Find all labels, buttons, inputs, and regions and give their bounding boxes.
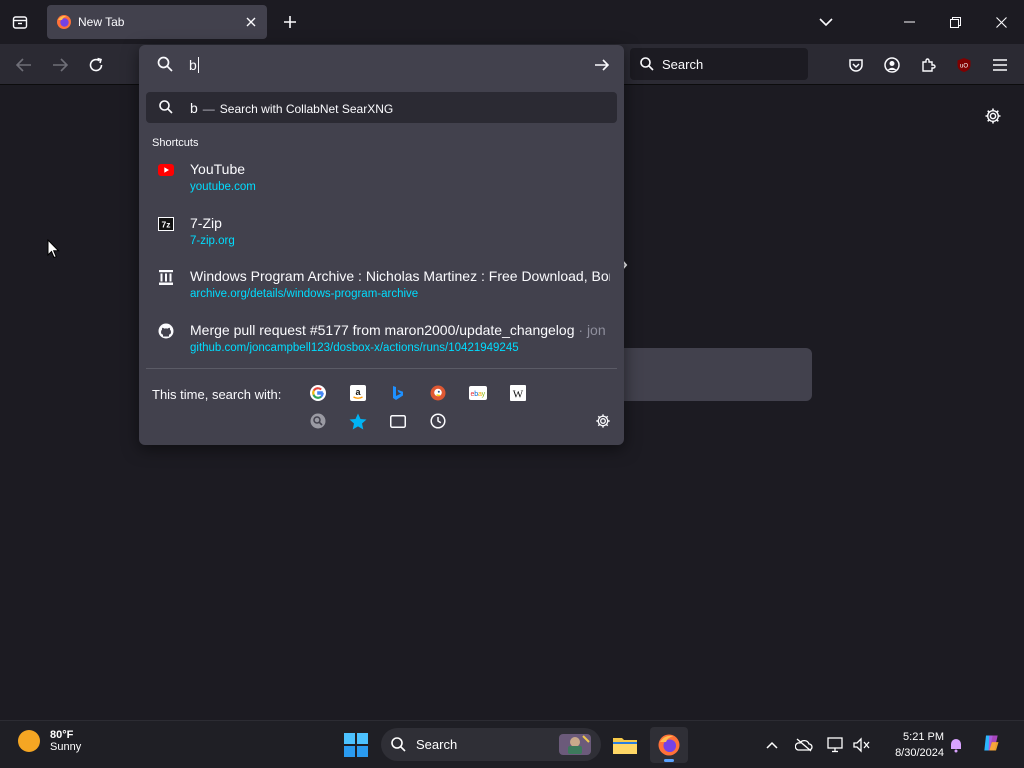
sun-icon	[18, 730, 40, 752]
weather-condition: Sunny	[50, 741, 82, 753]
clock-date: 8/30/2024	[895, 747, 944, 759]
new-tab-button[interactable]	[276, 8, 304, 36]
back-icon[interactable]	[9, 50, 39, 80]
extensions-icon[interactable]	[913, 50, 943, 80]
list-all-tabs-icon[interactable]	[812, 8, 840, 36]
search-suggestion-row[interactable]: b — Search with CollabNet SearXNG	[146, 92, 617, 123]
search-query: b	[190, 100, 198, 116]
shortcut-7zip[interactable]: 7z 7-Zip 7-zip.org	[139, 211, 624, 261]
ntp-settings-icon[interactable]	[978, 101, 1008, 131]
shortcut-title-extra: · jon	[574, 322, 606, 338]
github-icon	[158, 323, 174, 339]
search-icon	[391, 737, 406, 752]
shortcut-title: 7-Zip	[190, 215, 222, 231]
file-explorer-icon[interactable]	[606, 727, 644, 763]
menu-icon[interactable]	[985, 50, 1015, 80]
duckduckgo-icon[interactable]	[428, 383, 448, 403]
search-icon	[159, 100, 173, 119]
svg-text:uO: uO	[960, 64, 968, 70]
wikipedia-icon[interactable]: W	[508, 383, 528, 403]
tabs-icon[interactable]	[388, 411, 408, 431]
shortcut-title: Windows Program Archive : Nicholas Marti…	[190, 268, 610, 284]
search-icon	[640, 57, 654, 71]
urlbar-popup: b b — Search with CollabNet SearXNG Shortc…	[139, 45, 624, 445]
mouse-pointer-icon	[47, 238, 60, 264]
shortcut-url: youtube.com	[190, 181, 256, 193]
firefox-icon	[56, 14, 72, 30]
active-app-indicator	[664, 759, 674, 762]
shortcut-github[interactable]: Merge pull request #5177 from maron2000/…	[139, 318, 624, 368]
system-clock[interactable]: 5:21 PM 8/30/2024	[880, 729, 944, 761]
urlbar-input-row[interactable]: b	[139, 45, 624, 85]
search-separator: —	[202, 102, 215, 116]
bookmarks-icon[interactable]	[348, 411, 368, 431]
minimize-button[interactable]	[886, 0, 932, 44]
search-highlight-icon	[557, 732, 593, 757]
reload-icon[interactable]	[81, 50, 111, 80]
divider	[146, 368, 617, 369]
search-settings-icon[interactable]	[593, 411, 613, 431]
copilot-icon[interactable]	[981, 733, 1001, 753]
close-tab-icon[interactable]	[243, 14, 259, 30]
google-icon[interactable]	[308, 383, 328, 403]
clock-time: 5:21 PM	[903, 731, 944, 743]
text-caret	[197, 57, 199, 73]
taskbar: 80°F Sunny Search 5:21 PM 8/30/2024	[0, 720, 1024, 768]
ublock-origin-icon[interactable]: uO	[949, 50, 979, 80]
tab-new-tab[interactable]: New Tab	[47, 5, 267, 39]
shortcuts-heading: Shortcuts	[152, 137, 199, 149]
toolbar-search-box[interactable]: Search	[630, 48, 808, 80]
pocket-icon[interactable]	[841, 50, 871, 80]
youtube-icon	[158, 162, 174, 178]
shortcut-url: 7-zip.org	[190, 235, 235, 247]
chevron-up-icon[interactable]	[762, 735, 782, 755]
urlbar-input[interactable]: b	[189, 55, 589, 75]
urlbar-input-value: b	[189, 57, 197, 73]
search-action: Search with CollabNet SearXNG	[219, 102, 394, 116]
volume-muted-icon[interactable]	[852, 735, 872, 755]
weather-widget[interactable]: 80°F Sunny	[18, 729, 81, 753]
searxng-icon[interactable]	[308, 411, 328, 431]
account-icon[interactable]	[877, 50, 907, 80]
forward-icon[interactable]	[45, 50, 75, 80]
tab-strip: New Tab	[0, 0, 1024, 44]
toolbar-search-placeholder: Search	[662, 56, 704, 72]
one-off-search-label: This time, search with:	[152, 387, 282, 402]
restore-button[interactable]	[932, 0, 978, 44]
go-arrow-icon[interactable]	[591, 54, 613, 76]
search-icon	[157, 56, 173, 77]
tab-list-icon[interactable]	[4, 6, 36, 38]
notification-bell-icon[interactable]	[946, 735, 966, 755]
shortcut-title: YouTube	[190, 161, 246, 177]
svg-text:7z: 7z	[162, 220, 171, 230]
shortcut-url: github.com/joncampbell123/dosbox-x/actio…	[190, 342, 519, 354]
shortcut-youtube[interactable]: YouTube youtube.com	[139, 157, 624, 207]
amazon-icon[interactable]: a	[348, 383, 368, 403]
shortcut-title: Merge pull request #5177 from maron2000/…	[190, 322, 575, 338]
taskbar-search[interactable]: Search	[381, 728, 601, 761]
windows-start-icon[interactable]	[342, 731, 370, 759]
onedrive-off-icon[interactable]	[794, 735, 814, 755]
taskbar-search-label: Search	[416, 737, 458, 752]
close-window-button[interactable]	[978, 0, 1024, 44]
bing-icon[interactable]	[388, 383, 408, 403]
tab-title: New Tab	[78, 15, 125, 29]
svg-text:y: y	[482, 391, 486, 398]
svg-text:W: W	[513, 389, 524, 401]
archive-org-icon	[158, 269, 174, 285]
ebay-icon[interactable]: ebay	[468, 383, 488, 403]
7zip-icon: 7z	[158, 216, 174, 232]
display-icon[interactable]	[826, 735, 846, 755]
firefox-taskbar-icon[interactable]	[650, 727, 688, 763]
shortcut-archive-org[interactable]: Windows Program Archive : Nicholas Marti…	[139, 264, 624, 314]
history-icon[interactable]	[428, 411, 448, 431]
weather-temp: 80°F	[50, 729, 74, 741]
shortcut-url: archive.org/details/windows-program-arch…	[190, 288, 419, 300]
